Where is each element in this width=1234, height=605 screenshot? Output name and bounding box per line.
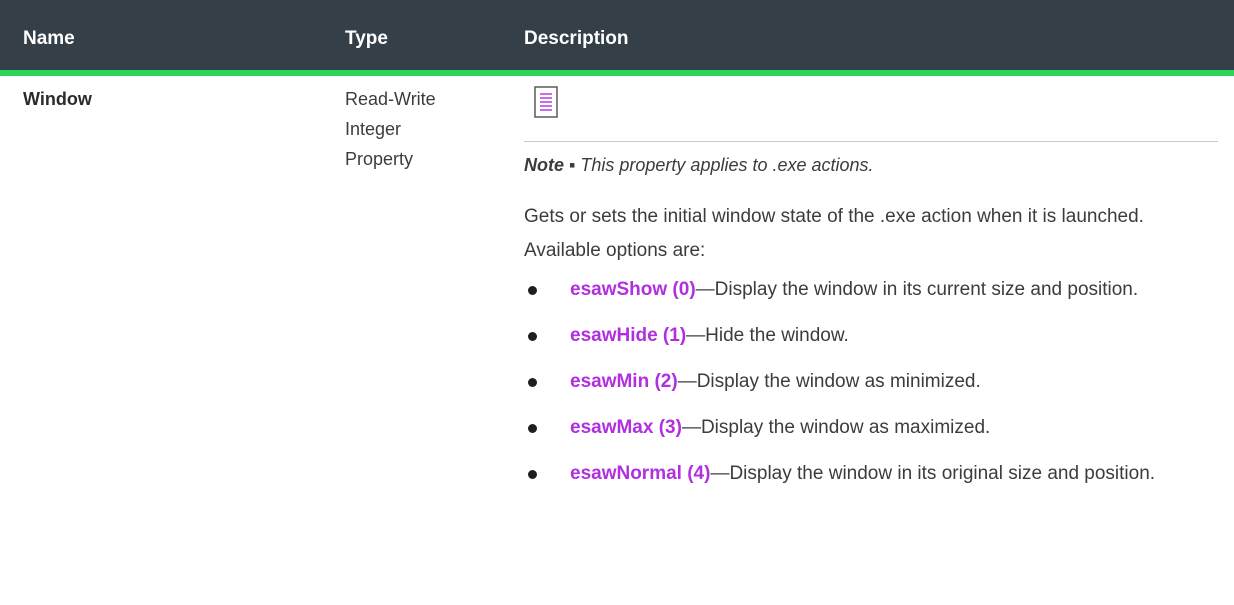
header-description: Description: [524, 28, 629, 49]
note-header: [524, 76, 1218, 124]
note: Note ▪ This property applies to .exe act…: [524, 150, 874, 180]
bullet-icon: [528, 470, 537, 479]
table-row: Window Read-Write Integer Property Note …: [0, 76, 1234, 605]
list-item: esawMin (2)—Display the window as minimi…: [524, 366, 1218, 398]
description-paragraph: Gets or sets the initial window state of…: [524, 206, 1144, 261]
property-name: Window: [23, 89, 92, 109]
header-type: Type: [345, 28, 388, 49]
option-link-esawmax[interactable]: esawMax (3): [570, 417, 682, 438]
option-text: —Display the window in its current size …: [695, 279, 1139, 300]
bullet-icon: [528, 378, 537, 387]
bullet-icon: [528, 424, 537, 433]
list-item: esawNormal (4)—Display the window in its…: [524, 458, 1218, 490]
property-type-line: Read-Write: [345, 89, 436, 109]
note-divider: [524, 141, 1218, 142]
property-type: Read-Write Integer Property: [345, 84, 495, 174]
list-item: esawHide (1)—Hide the window.: [524, 320, 1218, 352]
option-text: —Display the window in its original size…: [710, 463, 1156, 484]
options-list: esawShow (0)—Display the window in its c…: [524, 274, 1218, 504]
bullet-icon: [528, 286, 537, 295]
option-text: —Hide the window.: [686, 325, 849, 346]
option-link-esawhide[interactable]: esawHide (1): [570, 325, 686, 346]
list-item: esawShow (0)—Display the window in its c…: [524, 274, 1218, 306]
table-header: Name Type Description: [0, 0, 1234, 76]
option-text: —Display the window as maximized.: [681, 417, 991, 438]
option-text: —Display the window as minimized.: [677, 371, 981, 392]
property-table: Name Type Description Window Read-Write …: [0, 0, 1234, 605]
list-item: esawMax (3)—Display the window as maximi…: [524, 412, 1218, 444]
option-link-esawshow[interactable]: esawShow (0): [570, 279, 696, 300]
property-type-line: Property: [345, 149, 414, 169]
note-icon: [534, 86, 558, 118]
bullet-icon: [528, 332, 537, 341]
note-label: Note: [524, 155, 564, 175]
note-body: This property applies to .exe actions.: [580, 155, 874, 175]
option-link-esawmin[interactable]: esawMin (2): [570, 371, 678, 392]
property-type-line: Integer: [345, 119, 402, 139]
header-name: Name: [23, 28, 75, 49]
note-separator: ▪: [564, 155, 581, 175]
property-description: Note ▪ This property applies to .exe act…: [524, 76, 1218, 484]
option-link-esawnormal[interactable]: esawNormal (4): [570, 463, 710, 484]
